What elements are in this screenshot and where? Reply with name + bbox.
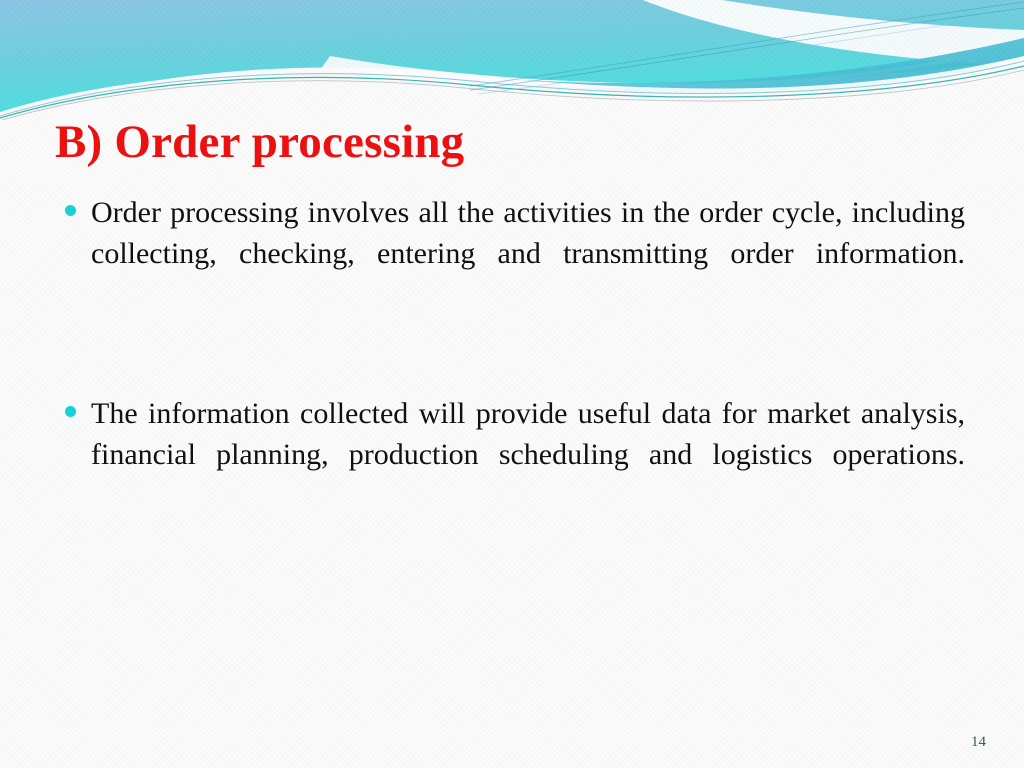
bullet-text-information-use: The information collected will provide u… — [91, 397, 965, 471]
slide-content: B) Order processing Order processing inv… — [0, 0, 1024, 768]
slide-number: 14 — [971, 734, 986, 750]
bullet-text-order-processing-definition: Order processing involves all the activi… — [91, 196, 965, 270]
presentation-slide: B) Order processing Order processing inv… — [0, 0, 1024, 768]
list-item: Order processing involves all the activi… — [55, 192, 965, 315]
bullet-dot-icon — [65, 205, 76, 216]
bullet-dot-icon — [65, 406, 76, 417]
page-title: B) Order processing — [55, 116, 465, 168]
list-item: The information collected will provide u… — [55, 393, 965, 516]
bullet-list: Order processing involves all the activi… — [55, 192, 965, 516]
